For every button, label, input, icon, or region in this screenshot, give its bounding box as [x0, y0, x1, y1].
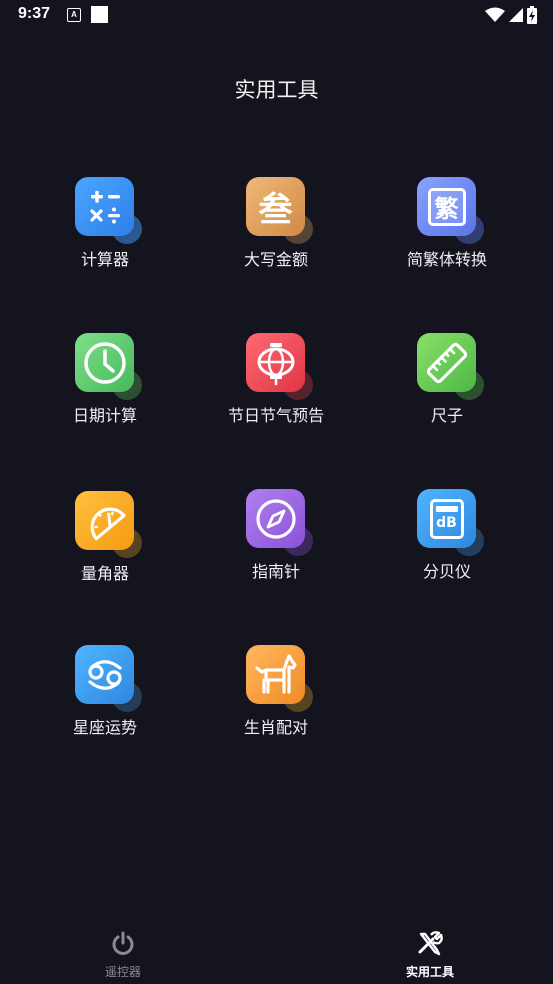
clock-icon: [75, 333, 134, 392]
tool-label: 分贝仪: [422, 562, 471, 581]
tool-date-calc-icon-wrap: [75, 333, 145, 403]
decibel-icon: dB: [417, 489, 476, 548]
status-bar: 9:37 A: [0, 0, 553, 32]
tool-zodiac-match-icon-wrap: [246, 645, 316, 715]
tool-compass-icon-wrap: [246, 489, 316, 559]
tool-protractor-icon-wrap: [75, 491, 145, 561]
tool-label: 计算器: [80, 250, 129, 269]
tool-ruler[interactable]: 尺子: [362, 333, 532, 453]
power-icon: [112, 931, 134, 955]
tool-horoscope[interactable]: 星座运势: [20, 645, 190, 765]
char-frame: 繁: [427, 187, 466, 226]
tool-label: 指南针: [251, 562, 300, 581]
tool-label: 简繁体转换: [406, 250, 487, 269]
tool-calculator[interactable]: 计算器: [20, 177, 190, 297]
tools-icon: [418, 931, 443, 956]
decibel-frame: dB: [429, 498, 464, 539]
lantern-icon: [246, 333, 305, 392]
currency-glyph: 叁: [258, 190, 293, 230]
tool-decibel-meter-icon-wrap: dB: [417, 489, 487, 559]
traditional-chinese-icon: 繁: [417, 177, 476, 236]
tool-simplified-traditional-icon-wrap: 繁: [417, 177, 487, 247]
cancer-zodiac-icon: [75, 645, 134, 704]
signal-icon: [509, 8, 523, 22]
nav-label: 遥控器: [104, 965, 141, 979]
tool-festival-forecast[interactable]: 节日节气预告: [191, 333, 361, 453]
traditional-glyph: 繁: [434, 195, 459, 223]
page-title: 实用工具: [234, 78, 319, 102]
tool-label: 节日节气预告: [227, 406, 324, 425]
tool-label: 尺子: [430, 406, 463, 425]
tool-label: 量角器: [80, 564, 129, 583]
tool-date-calc[interactable]: 日期计算: [20, 333, 190, 453]
protractor-icon: [75, 491, 134, 550]
status-indicators: [485, 6, 537, 24]
status-time: 9:37: [18, 5, 51, 22]
wifi-icon: [485, 7, 505, 22]
keyboard-a-icon: A: [67, 8, 81, 22]
horse-icon: [246, 645, 305, 704]
tool-protractor[interactable]: 量角器: [20, 491, 190, 611]
tool-zodiac-match[interactable]: 生肖配对: [191, 645, 361, 765]
battery-icon: [527, 6, 537, 24]
tool-ruler-icon-wrap: [417, 333, 487, 403]
nav-item-remote[interactable]: 遥控器: [73, 930, 173, 980]
currency-icon: 叁: [246, 177, 305, 236]
nav-label: 实用工具: [405, 965, 454, 979]
tool-label: 星座运势: [72, 718, 137, 737]
tool-decibel-meter[interactable]: dB 分贝仪: [362, 489, 532, 609]
tool-uppercase-amount-icon-wrap: 叁: [246, 177, 316, 247]
tool-uppercase-amount[interactable]: 叁 大写金额: [191, 177, 361, 297]
tool-horoscope-icon-wrap: [75, 645, 145, 715]
tool-compass[interactable]: 指南针: [191, 489, 361, 609]
tool-simplified-traditional[interactable]: 繁 简繁体转换: [362, 177, 532, 297]
nav-item-tools[interactable]: 实用工具: [380, 930, 480, 980]
tool-calculator-icon-wrap: [75, 177, 145, 247]
bottom-nav: 遥控器 实用工具: [0, 920, 553, 984]
decibel-bar: [435, 505, 458, 512]
compass-icon: [246, 489, 305, 548]
decibel-glyph: dB: [436, 514, 457, 531]
tool-label: 大写金额: [243, 250, 308, 269]
notification-icon: [91, 6, 108, 23]
tool-label: 日期计算: [72, 406, 137, 425]
calculator-icon: [75, 177, 134, 236]
tool-festival-forecast-icon-wrap: [246, 333, 316, 403]
tool-label: 生肖配对: [243, 718, 308, 737]
ruler-icon: [417, 333, 476, 392]
